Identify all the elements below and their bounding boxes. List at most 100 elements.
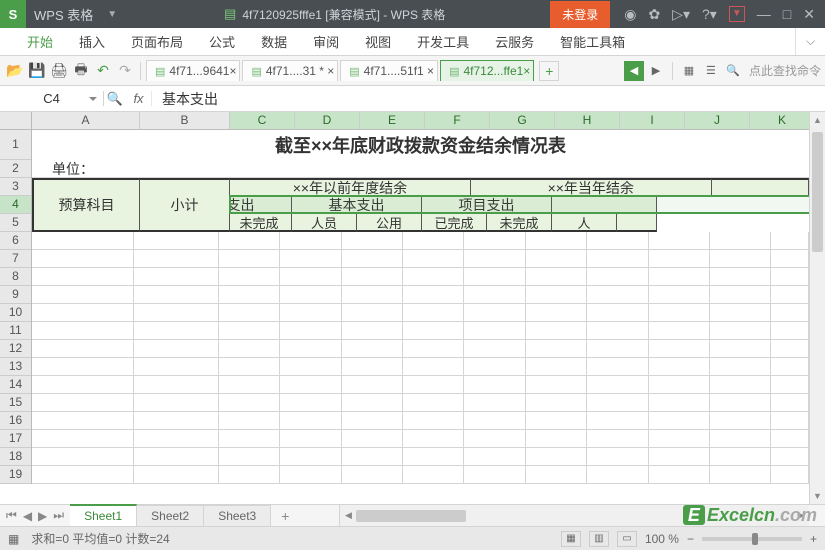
menu-layout[interactable]: 页面布局 <box>118 28 196 55</box>
cell[interactable] <box>465 160 526 178</box>
cell[interactable] <box>771 430 809 448</box>
cell[interactable] <box>526 286 587 304</box>
cell[interactable] <box>587 466 648 484</box>
name-box[interactable]: C4 <box>0 91 104 106</box>
cell[interactable] <box>771 376 809 394</box>
sheet-tab-2[interactable]: Sheet2 <box>137 505 204 526</box>
cell[interactable] <box>32 430 134 448</box>
cell[interactable] <box>403 430 464 448</box>
cell[interactable] <box>280 394 341 412</box>
cell[interactable] <box>280 232 341 250</box>
cell[interactable] <box>134 322 219 340</box>
menu-cloud[interactable]: 云服务 <box>482 28 547 55</box>
cell[interactable] <box>617 214 657 232</box>
cell[interactable] <box>649 466 710 484</box>
cell[interactable] <box>280 412 341 430</box>
cell[interactable] <box>710 160 771 178</box>
row-header-16[interactable]: 16 <box>0 412 31 430</box>
cell[interactable] <box>32 340 134 358</box>
cell[interactable] <box>587 448 648 466</box>
cell[interactable] <box>403 286 464 304</box>
cell[interactable] <box>280 448 341 466</box>
cell[interactable] <box>526 160 587 178</box>
doc-tab-3[interactable]: ▤4f71....51f1 × <box>340 60 438 81</box>
col-header-D[interactable]: D <box>295 112 360 129</box>
cell[interactable] <box>342 286 403 304</box>
row-header-13[interactable]: 13 <box>0 358 31 376</box>
cell[interactable] <box>649 268 710 286</box>
cell[interactable] <box>219 340 280 358</box>
cell[interactable] <box>134 394 219 412</box>
cell[interactable] <box>403 466 464 484</box>
cell[interactable] <box>403 232 464 250</box>
cell[interactable] <box>710 394 771 412</box>
cell[interactable] <box>403 340 464 358</box>
cell[interactable] <box>710 466 771 484</box>
tab-next-button[interactable]: ▶ <box>646 61 666 81</box>
cell[interactable] <box>710 268 771 286</box>
cell[interactable] <box>134 376 219 394</box>
scroll-left-icon[interactable]: ◀ <box>340 510 356 521</box>
cell[interactable] <box>587 394 648 412</box>
cell[interactable] <box>32 466 134 484</box>
cell[interactable] <box>403 322 464 340</box>
sheet-prev-icon[interactable]: ◀ <box>23 509 32 523</box>
menu-review[interactable]: 审阅 <box>300 28 352 55</box>
cell[interactable] <box>771 286 809 304</box>
row-header-11[interactable]: 11 <box>0 322 31 340</box>
tab-prev-button[interactable]: ◀ <box>624 61 644 81</box>
cell[interactable] <box>134 430 219 448</box>
row-header-9[interactable]: 9 <box>0 286 31 304</box>
cell[interactable] <box>710 430 771 448</box>
cell[interactable] <box>710 376 771 394</box>
cell[interactable] <box>219 232 280 250</box>
cell[interactable] <box>649 286 710 304</box>
cell[interactable] <box>587 286 648 304</box>
cell[interactable] <box>587 430 648 448</box>
cell[interactable]: 截至××年底财政拨款资金结余情况表 <box>32 130 809 160</box>
cell[interactable] <box>134 232 219 250</box>
fx-search-icon[interactable]: 🔍 <box>104 91 126 107</box>
cell[interactable] <box>32 322 134 340</box>
cell[interactable] <box>280 304 341 322</box>
cell[interactable] <box>464 286 525 304</box>
cell[interactable] <box>649 448 710 466</box>
fx-icon[interactable]: fx <box>126 91 152 106</box>
view-break-icon[interactable]: ▭ <box>617 531 637 547</box>
save-icon[interactable]: 💾 <box>26 60 48 82</box>
col-header-B[interactable]: B <box>140 112 230 129</box>
cell[interactable] <box>771 232 809 250</box>
cell[interactable] <box>649 322 710 340</box>
menu-expand-icon[interactable]: ⌵ <box>795 28 825 55</box>
cell[interactable] <box>219 466 280 484</box>
row-header-12[interactable]: 12 <box>0 340 31 358</box>
cell[interactable] <box>464 250 525 268</box>
cell[interactable] <box>464 466 525 484</box>
cell[interactable] <box>403 394 464 412</box>
cell[interactable] <box>134 286 219 304</box>
cell[interactable] <box>281 160 342 178</box>
cell[interactable] <box>219 376 280 394</box>
col-header-F[interactable]: F <box>425 112 490 129</box>
row-header-5[interactable]: 5 <box>0 214 31 232</box>
row-header-3[interactable]: 3 <box>0 178 31 196</box>
cell[interactable] <box>464 322 525 340</box>
cell[interactable] <box>342 160 403 178</box>
cell[interactable] <box>526 394 587 412</box>
cell[interactable] <box>771 340 809 358</box>
cell[interactable] <box>342 448 403 466</box>
cell[interactable]: ××年当年结余 <box>471 178 712 196</box>
cell[interactable] <box>526 466 587 484</box>
cell[interactable] <box>526 376 587 394</box>
cell[interactable]: 预算科目 <box>32 178 140 232</box>
cell[interactable] <box>464 430 525 448</box>
login-button[interactable]: 未登录 <box>550 1 610 28</box>
sheet-next-icon[interactable]: ▶ <box>38 509 47 523</box>
menu-smarttools[interactable]: 智能工具箱 <box>547 28 638 55</box>
cell[interactable] <box>280 376 341 394</box>
row-header-14[interactable]: 14 <box>0 376 31 394</box>
sheet-last-icon[interactable]: ⏭ <box>53 508 64 523</box>
cell[interactable] <box>771 160 809 178</box>
cell[interactable] <box>649 304 710 322</box>
cell[interactable] <box>220 160 281 178</box>
